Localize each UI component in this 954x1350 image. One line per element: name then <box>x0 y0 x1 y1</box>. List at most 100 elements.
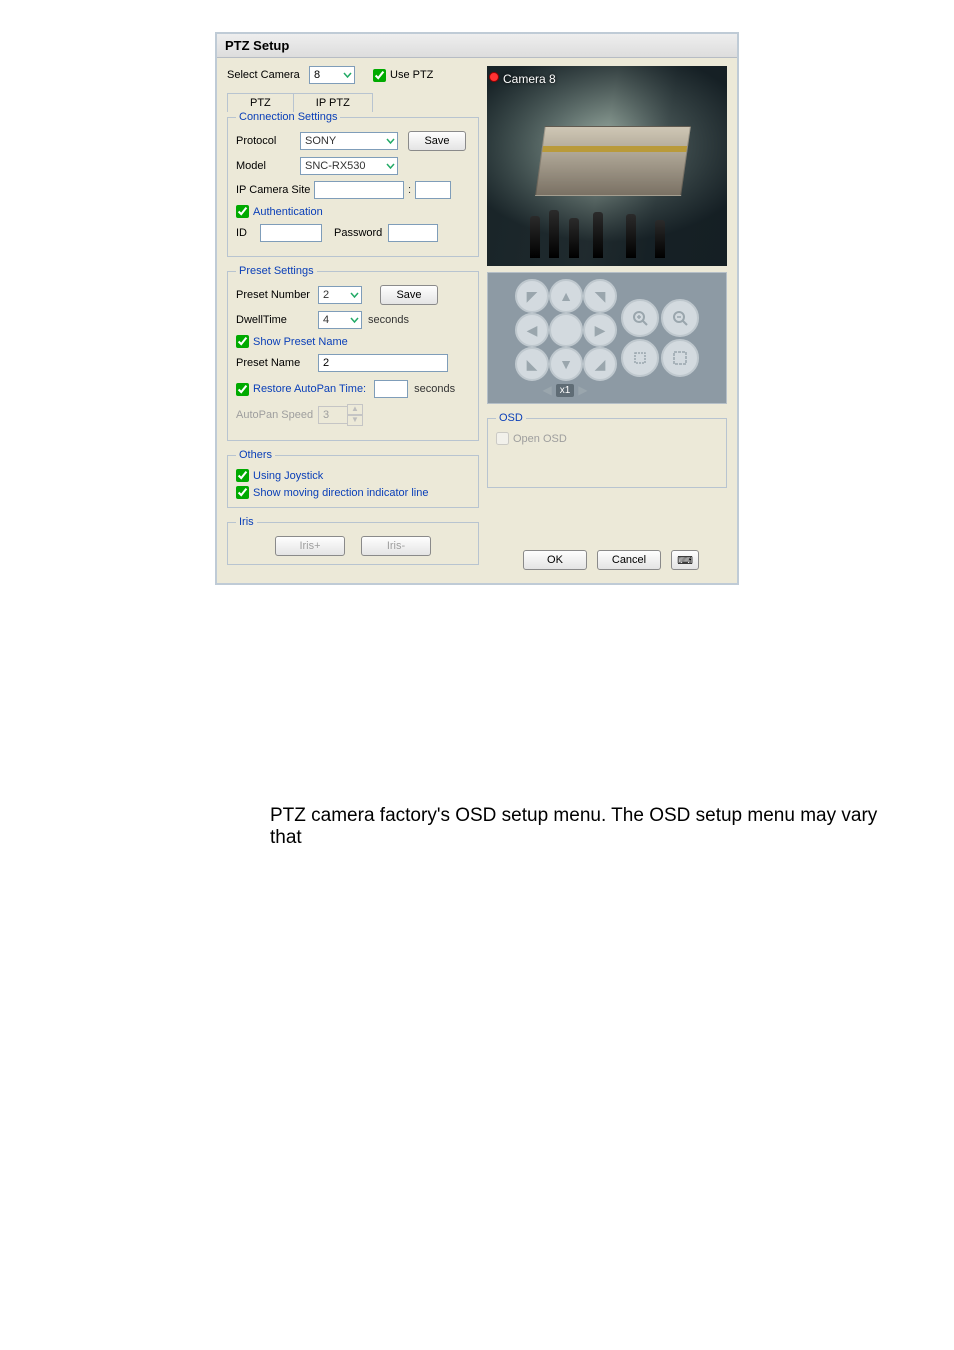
ip-port-separator: : <box>408 184 411 196</box>
authentication-check[interactable] <box>236 205 249 218</box>
tab-ptz[interactable]: PTZ <box>227 93 294 112</box>
ptz-up-button[interactable]: ▲ <box>549 279 583 313</box>
zoom-in-button[interactable] <box>621 299 659 337</box>
dwell-time-value: 4 <box>323 314 329 326</box>
connection-save-button[interactable]: Save <box>408 131 466 151</box>
keyboard-icon: ⌨ <box>677 554 693 567</box>
preview-train <box>535 126 691 196</box>
restore-autopan-check[interactable] <box>236 383 249 396</box>
ptz-down-button[interactable]: ▼ <box>549 347 583 381</box>
keyboard-button[interactable]: ⌨ <box>671 550 699 570</box>
ptz-left-button[interactable]: ◀ <box>515 313 549 347</box>
protocol-value: SONY <box>305 135 336 147</box>
preset-save-button[interactable]: Save <box>380 285 438 305</box>
ok-button[interactable]: OK <box>523 550 587 570</box>
dwell-time-label: DwellTime <box>236 314 318 326</box>
select-camera-dropdown[interactable]: 8 <box>309 66 355 84</box>
preset-name-input[interactable] <box>318 354 448 372</box>
use-ptz-check[interactable] <box>373 69 386 82</box>
model-label: Model <box>236 160 300 172</box>
autopan-speed-down: ▼ <box>347 415 363 426</box>
chevron-down-icon <box>386 137 395 146</box>
iris-group: Iris Iris+ Iris- <box>227 516 479 565</box>
chevron-down-icon <box>350 291 359 300</box>
select-camera-value: 8 <box>314 69 320 81</box>
preset-number-dropdown[interactable]: 2 <box>318 286 362 304</box>
chevron-down-icon <box>386 162 395 171</box>
recording-icon <box>489 72 499 82</box>
authentication-checkbox[interactable]: Authentication <box>236 205 470 218</box>
dwell-time-dropdown[interactable]: 4 <box>318 311 362 329</box>
autopan-speed-up: ▲ <box>347 404 363 415</box>
restore-autopan-checkbox[interactable]: Restore AutoPan Time: <box>236 383 366 396</box>
iris-plus-button: Iris+ <box>275 536 345 556</box>
protocol-label: Protocol <box>236 135 300 147</box>
show-preset-name-check[interactable] <box>236 335 249 348</box>
id-label: ID <box>236 227 260 239</box>
autopan-speed-input <box>318 406 348 424</box>
ptz-down-right-button[interactable]: ◢ <box>583 347 617 381</box>
camera-preview: Camera 8 <box>487 66 727 266</box>
using-joystick-check[interactable] <box>236 469 249 482</box>
preview-camera-label: Camera 8 <box>503 72 556 86</box>
chevron-down-icon <box>343 71 352 80</box>
open-osd-check <box>496 432 509 445</box>
preset-number-label: Preset Number <box>236 289 318 301</box>
ptz-control-pad: ◤ ▲ ◥ ◀ ▶ ◣ ▼ ◢ <box>487 272 727 404</box>
ptz-down-left-button[interactable]: ◣ <box>515 347 549 381</box>
show-direction-line-checkbox[interactable]: Show moving direction indicator line <box>236 486 470 499</box>
ptz-right-button[interactable]: ▶ <box>583 313 617 347</box>
chevron-down-icon <box>350 316 359 325</box>
preset-settings-legend: Preset Settings <box>236 265 317 277</box>
restore-autopan-label: Restore AutoPan Time: <box>253 383 366 395</box>
focus-near-button[interactable] <box>621 339 659 377</box>
restore-autopan-input[interactable] <box>374 380 408 398</box>
window-title: PTZ Setup <box>217 34 737 58</box>
model-dropdown[interactable]: SNC-RX530 <box>300 157 398 175</box>
show-preset-name-checkbox[interactable]: Show Preset Name <box>236 335 470 348</box>
connection-settings-legend: Connection Settings <box>236 111 340 123</box>
ptz-center-button[interactable] <box>549 313 583 347</box>
password-label: Password <box>334 227 382 239</box>
others-legend: Others <box>236 449 275 461</box>
id-input[interactable] <box>260 224 322 242</box>
authentication-label: Authentication <box>253 206 323 218</box>
ptz-setup-window: PTZ Setup Select Camera 8 Use PTZ <box>215 32 739 585</box>
password-input[interactable] <box>388 224 438 242</box>
ip-camera-site-label: IP Camera Site <box>236 184 314 196</box>
osd-legend: OSD <box>496 412 526 424</box>
show-direction-line-label: Show moving direction indicator line <box>253 487 428 499</box>
restore-autopan-seconds: seconds <box>414 383 455 395</box>
ptz-up-right-button[interactable]: ◥ <box>583 279 617 313</box>
speed-next-icon[interactable]: ▶ <box>578 383 587 397</box>
open-osd-label: Open OSD <box>513 433 567 445</box>
tab-ip-ptz[interactable]: IP PTZ <box>293 93 373 112</box>
preset-number-value: 2 <box>323 289 329 301</box>
zoom-out-button[interactable] <box>661 299 699 337</box>
preset-settings-group: Preset Settings Preset Number 2 Save Dwe… <box>227 265 479 441</box>
dwell-seconds-label: seconds <box>368 314 409 326</box>
iris-minus-button: Iris- <box>361 536 431 556</box>
show-preset-name-label: Show Preset Name <box>253 336 348 348</box>
autopan-speed-label: AutoPan Speed <box>236 409 318 421</box>
focus-far-button[interactable] <box>661 339 699 377</box>
open-osd-checkbox: Open OSD <box>496 432 718 445</box>
model-value: SNC-RX530 <box>305 160 366 172</box>
cancel-button[interactable]: Cancel <box>597 550 661 570</box>
using-joystick-checkbox[interactable]: Using Joystick <box>236 469 470 482</box>
use-ptz-checkbox[interactable]: Use PTZ <box>373 69 433 82</box>
ptz-speed-label: x1 <box>556 384 575 397</box>
select-camera-label: Select Camera <box>227 69 309 81</box>
others-group: Others Using Joystick Show moving direct… <box>227 449 479 508</box>
osd-group: OSD Open OSD <box>487 412 727 488</box>
iris-legend: Iris <box>236 516 257 528</box>
speed-prev-icon[interactable]: ◀ <box>542 383 551 397</box>
use-ptz-label: Use PTZ <box>390 69 433 81</box>
connection-settings-group: Connection Settings Protocol SONY Save M… <box>227 111 479 257</box>
preset-name-label: Preset Name <box>236 357 318 369</box>
protocol-dropdown[interactable]: SONY <box>300 132 398 150</box>
ip-camera-port-input[interactable] <box>415 181 451 199</box>
show-direction-line-check[interactable] <box>236 486 249 499</box>
ip-camera-site-input[interactable] <box>314 181 404 199</box>
ptz-up-left-button[interactable]: ◤ <box>515 279 549 313</box>
